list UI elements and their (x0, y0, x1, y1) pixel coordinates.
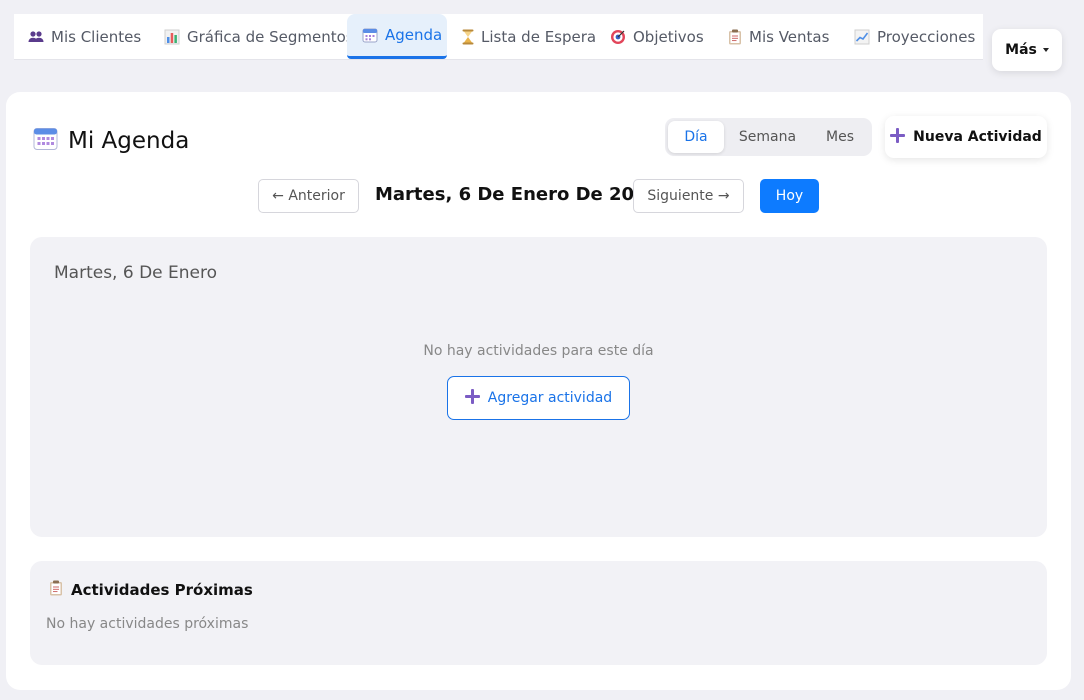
upcoming-panel: Actividades Próximas No hay actividades … (30, 561, 1047, 665)
clipboard-icon (728, 29, 742, 45)
calendar-icon (33, 126, 58, 155)
new-activity-button[interactable]: Nueva Actividad (885, 116, 1047, 158)
bar-chart-icon (164, 29, 180, 45)
tab-grafica-segmentos[interactable]: Gráfica de Segmentos (149, 14, 354, 59)
current-date: Martes, 6 De Enero De 2026 (375, 184, 660, 205)
tab-objetivos[interactable]: Objetivos (595, 14, 713, 59)
upcoming-heading: Actividades Próximas (49, 580, 253, 600)
clipboard-icon (49, 580, 63, 600)
tab-label: Lista de Espera (481, 27, 597, 46)
tab-label: Proyecciones (877, 27, 976, 46)
tab-proyecciones[interactable]: Proyecciones (839, 14, 983, 59)
add-activity-label: Agregar actividad (487, 390, 613, 406)
title-text: Mi Agenda (68, 127, 190, 154)
tab-label: Mis Clientes (51, 27, 142, 46)
tab-mis-ventas[interactable]: Mis Ventas (713, 14, 839, 59)
empty-message: No hay actividades para este día (423, 343, 654, 359)
people-icon (28, 29, 44, 45)
add-activity-button[interactable]: Agregar actividad (447, 376, 630, 420)
line-chart-icon (854, 29, 870, 45)
today-button[interactable]: Hoy (760, 179, 819, 213)
target-icon (610, 29, 626, 45)
tab-label: Objetivos (633, 27, 704, 46)
upcoming-heading-text: Actividades Próximas (71, 581, 253, 599)
calendar-icon (362, 27, 378, 43)
more-button[interactable]: Más (992, 29, 1062, 71)
top-nav: Mis Clientes Gráfica de Segmentos Agenda… (14, 14, 983, 60)
page-title: Mi Agenda (33, 126, 189, 155)
caret-down-icon (1042, 48, 1049, 52)
hourglass-icon (462, 29, 474, 45)
tab-label: Mis Ventas (749, 27, 830, 46)
plus-icon (890, 127, 906, 147)
next-button[interactable]: Siguiente → (633, 179, 744, 213)
tab-mis-clientes[interactable]: Mis Clientes (14, 14, 149, 59)
tab-label: Gráfica de Segmentos (187, 27, 354, 46)
view-week-button[interactable]: Semana (724, 121, 811, 153)
view-day-button[interactable]: Día (668, 121, 724, 153)
tab-lista-espera[interactable]: Lista de Espera (447, 14, 597, 59)
view-month-button[interactable]: Mes (811, 121, 869, 153)
agenda-card: Mi Agenda Día Semana Mes Nueva Actividad… (6, 92, 1071, 690)
view-toggle: Día Semana Mes (665, 118, 872, 156)
day-heading: Martes, 6 De Enero (54, 263, 218, 283)
prev-button[interactable]: ← Anterior (258, 179, 359, 213)
tab-agenda[interactable]: Agenda (347, 14, 447, 59)
plus-icon (464, 388, 480, 408)
more-label: Más (1005, 42, 1037, 58)
upcoming-empty-message: No hay actividades próximas (46, 616, 249, 632)
day-panel: Martes, 6 De Enero No hay actividades pa… (30, 237, 1047, 537)
new-activity-label: Nueva Actividad (913, 129, 1042, 145)
tab-label: Agenda (385, 26, 443, 44)
